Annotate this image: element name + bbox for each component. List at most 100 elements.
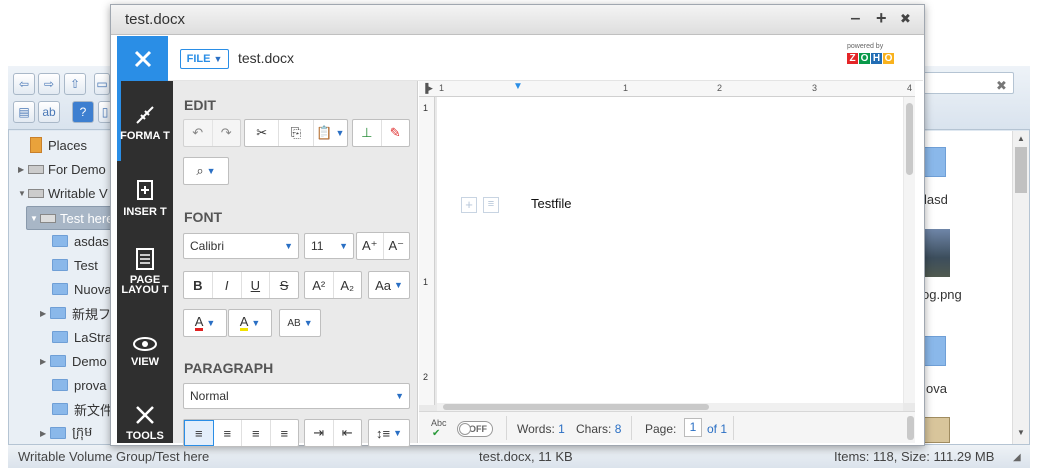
ruler-toggle-icon[interactable]: ▐▸ [422, 83, 433, 94]
tree-item-folder[interactable]: LaStra [52, 326, 112, 348]
tree-item-places[interactable]: Places [30, 134, 87, 156]
file-label[interactable]: ova [926, 381, 947, 396]
document-page[interactable]: + ≡ Testfile [437, 97, 903, 403]
scroll-thumb[interactable] [1015, 147, 1027, 193]
sidebar-item-view[interactable]: VIEW [117, 335, 173, 368]
eraser-icon[interactable]: ✎ [382, 120, 410, 146]
line-spacing-button[interactable]: ↕≡ ▼ [368, 419, 410, 447]
character-spacing-button[interactable]: AB ▼ [279, 309, 321, 337]
document-name[interactable]: test.docx [238, 50, 294, 66]
tree-item-for-demo[interactable]: ▶ For Demo [18, 158, 106, 180]
close-icon[interactable]: ✖ [900, 11, 911, 27]
caret-down-icon[interactable]: ▼ [30, 214, 40, 223]
scroll-up-icon[interactable]: ▲ [1017, 134, 1025, 143]
caret-down-icon[interactable]: ▼ [18, 189, 28, 198]
tree-item-folder[interactable]: asdas [52, 230, 109, 252]
document-scrollbar[interactable] [904, 97, 915, 403]
caret-right-icon[interactable]: ▶ [40, 309, 50, 318]
horizontal-scrollbar[interactable] [437, 403, 903, 411]
tree-item-test-here[interactable]: ▼ Test here [30, 207, 113, 229]
justify-icon[interactable]: ≡ [271, 420, 299, 446]
forward-icon[interactable]: ⇨ [38, 73, 60, 95]
sidebar-item-format[interactable]: FORMA T [117, 103, 173, 142]
font-color-button[interactable]: A ▼ [183, 309, 227, 337]
align-left-icon[interactable]: ≡ [184, 420, 214, 446]
align-right-icon[interactable]: ≡ [242, 420, 271, 446]
horizontal-ruler[interactable]: ▐▸ 1 ▼ 1 2 3 4 [419, 81, 915, 97]
scrollbar[interactable]: ▲ ▼ [1012, 131, 1029, 444]
image-thumbnail[interactable] [922, 229, 950, 277]
scroll-down-icon[interactable]: ▼ [1017, 428, 1025, 437]
vertical-ruler[interactable]: 1 1 2 [419, 97, 435, 405]
binoculars-icon: ⌕ [196, 163, 204, 178]
paragraph-style-select[interactable]: Normal ▼ [183, 383, 410, 409]
sidebar-item-insert[interactable]: INSER T [117, 179, 173, 218]
tree-item-folder[interactable]: ▶ 新規フ [40, 302, 111, 324]
minimize-icon[interactable]: ‒ [851, 10, 860, 28]
back-icon[interactable]: ⇦ [13, 73, 35, 95]
paste-icon[interactable]: 📋 ▼ [314, 120, 347, 146]
page-input[interactable]: 1 [684, 418, 702, 437]
indent-increase-icon[interactable]: ⇥ [305, 420, 334, 446]
tree-item-folder[interactable]: prova [52, 374, 107, 396]
font-size-select[interactable]: 11 ▼ [304, 233, 354, 259]
rename-icon[interactable]: ab [38, 101, 60, 123]
file-menu-button[interactable]: FILE ▼ [180, 49, 229, 69]
format-painter-icon[interactable]: ⊥ [353, 120, 382, 146]
help-icon[interactable]: ? [72, 101, 94, 123]
document-text[interactable]: Testfile [531, 196, 571, 211]
font-family-select[interactable]: Calibri ▼ [183, 233, 299, 259]
tree-item-folder[interactable]: Test [52, 254, 98, 276]
tree-item-folder[interactable]: 新文件 [52, 398, 113, 420]
paragraph-style-value: Normal [190, 389, 229, 403]
caret-right-icon[interactable]: ▶ [40, 357, 50, 366]
highlight-button[interactable]: A ▼ [228, 309, 272, 337]
shrink-font-icon[interactable]: A⁻ [384, 233, 410, 259]
superscript-icon[interactable]: A² [305, 272, 334, 298]
subscript-icon[interactable]: A₂ [334, 272, 362, 298]
italic-icon[interactable]: I [213, 272, 242, 298]
scroll-thumb[interactable] [906, 103, 913, 175]
eye-icon [133, 337, 157, 351]
drive-icon[interactable]: ▭ [94, 73, 110, 95]
window-titlebar[interactable]: test.docx ‒ + ✖ [111, 5, 924, 35]
copy-icon[interactable]: ⎘ [279, 120, 314, 146]
tree-item-folder[interactable]: ▶ ក្រុម [40, 422, 92, 444]
align-center-icon[interactable]: ≡ [214, 420, 242, 446]
close-search-icon[interactable]: ✖ [996, 78, 1007, 94]
underline-icon[interactable]: U [242, 272, 271, 298]
sidebar-item-page-layout[interactable]: PAGE LAYOU T [117, 247, 173, 296]
tree-item-folder[interactable]: ▶ Demo [40, 350, 107, 372]
grow-font-icon[interactable]: A⁺ [357, 233, 384, 259]
strikethrough-icon[interactable]: S [270, 272, 298, 298]
tree-item-folder[interactable]: Nuova [52, 278, 112, 300]
image-thumbnail[interactable] [922, 417, 950, 443]
close-editor-button[interactable] [117, 36, 168, 81]
tree-item-writable[interactable]: ▼ Writable V [18, 182, 108, 204]
redo-icon[interactable]: ↷ [213, 120, 241, 146]
file-label[interactable]: lasd [924, 192, 948, 207]
view-list-icon[interactable]: ▤ [13, 101, 35, 123]
sidebar-item-label: TOOLS [126, 430, 164, 442]
undo-icon[interactable]: ↶ [184, 120, 213, 146]
folder-icon[interactable] [922, 336, 946, 366]
caret-right-icon[interactable]: ▶ [40, 429, 50, 438]
up-icon[interactable]: ⇧ [64, 73, 86, 95]
maximize-icon[interactable]: + [876, 8, 887, 29]
add-block-icon[interactable]: + [461, 197, 477, 213]
find-button[interactable]: ⌕ ▼ [183, 157, 229, 185]
block-menu-icon[interactable]: ≡ [483, 197, 499, 213]
indent-decrease-icon[interactable]: ⇤ [334, 420, 362, 446]
scroll-thumb[interactable] [907, 416, 914, 440]
folder-icon[interactable] [922, 147, 946, 177]
caret-right-icon[interactable]: ▶ [18, 165, 28, 174]
spellcheck-toggle[interactable]: OFF [457, 421, 493, 437]
indent-marker-icon[interactable]: ▼ [513, 81, 523, 92]
cut-icon[interactable]: ✂ [245, 120, 280, 146]
file-label[interactable]: og.png [922, 287, 962, 302]
change-case-button[interactable]: Aa ▼ [368, 271, 410, 299]
resize-grip-icon[interactable]: ◢ [1013, 452, 1021, 463]
sidebar-item-tools[interactable]: TOOLS [117, 403, 173, 442]
scroll-thumb[interactable] [443, 404, 709, 410]
bold-icon[interactable]: B [184, 272, 213, 298]
